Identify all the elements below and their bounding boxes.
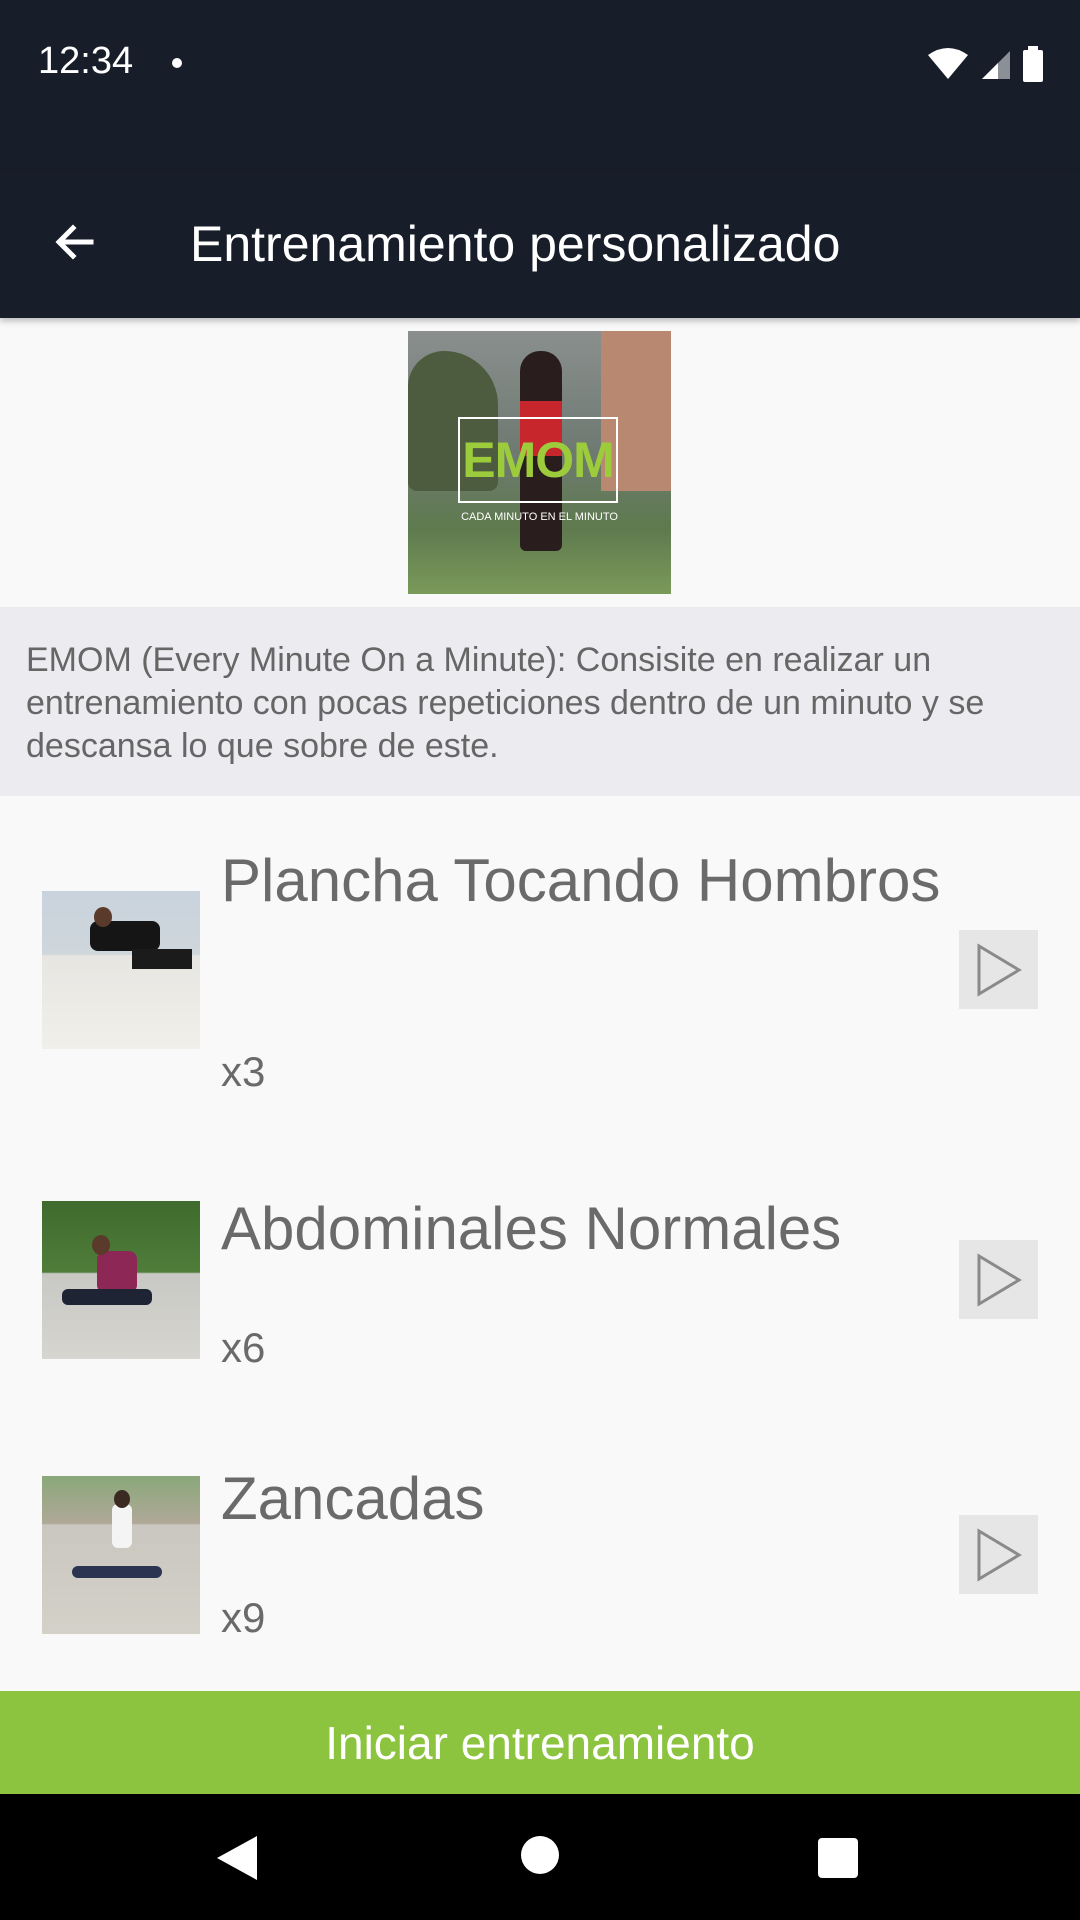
play-button[interactable] (959, 1240, 1038, 1319)
arrow-left-icon (55, 224, 94, 260)
nav-recents-icon[interactable] (818, 1838, 858, 1878)
nav-home-icon[interactable] (521, 1836, 559, 1874)
cover-subtitle: CADA MINUTO EN EL MINUTO (461, 511, 618, 523)
list-item[interactable]: Plancha Tocando Hombros x3 (0, 796, 1080, 1136)
status-icons (926, 46, 1044, 82)
back-button[interactable] (44, 211, 106, 273)
exercise-name: Plancha Tocando Hombros (221, 847, 941, 914)
status-bar: 12:34 (0, 0, 1080, 171)
start-workout-button[interactable]: Iniciar entrenamiento (0, 1691, 1080, 1794)
cover-title: EMOM (462, 432, 615, 488)
battery-icon (1023, 46, 1043, 82)
exercise-reps: x3 (221, 1048, 266, 1095)
workout-description: EMOM (Every Minute On a Minute): Consisi… (0, 607, 1080, 796)
play-button[interactable] (959, 930, 1038, 1009)
exercise-thumbnail (42, 1201, 200, 1359)
status-time: 12:34 (38, 40, 134, 82)
wifi-icon (928, 48, 968, 79)
workout-cover-image: EMOM CADA MINUTO EN EL MINUTO (408, 331, 671, 594)
system-nav-bar (0, 1794, 1080, 1920)
signal-icon (982, 51, 1010, 79)
play-icon (977, 1527, 1022, 1582)
nav-back-icon[interactable] (215, 1834, 259, 1882)
list-item[interactable]: Zancadas x9 (0, 1421, 1080, 1691)
exercise-thumbnail (42, 891, 200, 1049)
exercise-reps: x9 (221, 1594, 266, 1641)
cover-title-box: EMOM (458, 417, 618, 503)
list-item[interactable]: Abdominales Normales x6 (0, 1136, 1080, 1421)
exercise-reps: x6 (221, 1324, 266, 1371)
play-button[interactable] (959, 1515, 1038, 1594)
play-icon (977, 942, 1022, 997)
app-bar: Entrenamiento personalizado (0, 171, 1080, 318)
exercise-name: Abdominales Normales (221, 1195, 842, 1262)
play-icon (977, 1252, 1022, 1307)
notification-dot-icon (172, 58, 182, 68)
page-title: Entrenamiento personalizado (190, 216, 841, 272)
exercise-thumbnail (42, 1476, 200, 1634)
exercise-name: Zancadas (221, 1465, 485, 1532)
